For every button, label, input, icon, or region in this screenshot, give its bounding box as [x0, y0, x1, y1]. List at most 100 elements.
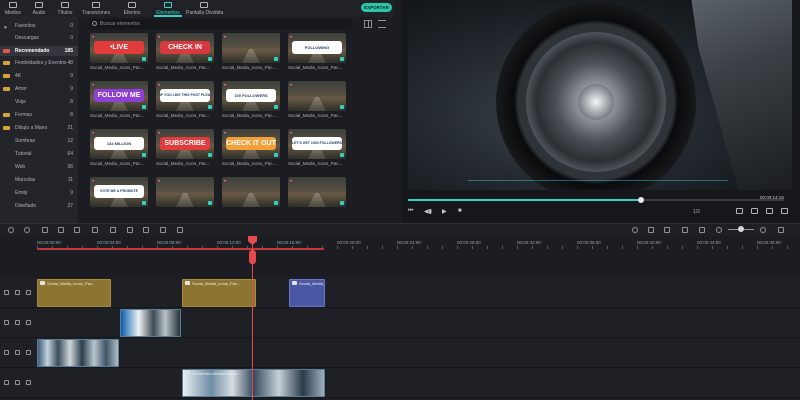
favorite-icon[interactable]: ♥: [158, 178, 160, 183]
element-thumbnail[interactable]: VOTE ME & PROMOTE ♥: [90, 177, 150, 209]
audio-icon[interactable]: [127, 227, 133, 233]
timeline-clip[interactable]: Social_Media_Icons_Pac...: [182, 279, 256, 307]
fullscreen-icon[interactable]: [781, 208, 788, 214]
favorite-icon[interactable]: ♥: [290, 34, 292, 39]
lock-icon[interactable]: [15, 290, 20, 295]
download-icon[interactable]: [208, 201, 212, 205]
crop-icon[interactable]: [74, 227, 80, 233]
element-thumbnail[interactable]: ♥ Social_Media_Icons_Pac...: [288, 81, 348, 118]
tab-titles[interactable]: Títulos: [52, 0, 78, 17]
download-icon[interactable]: [142, 201, 146, 205]
eye-icon[interactable]: [26, 350, 31, 355]
favorite-icon[interactable]: ♥: [224, 178, 226, 183]
sidebar-item[interactable]: Dibujo a Mano 21: [0, 123, 78, 133]
step-back-icon[interactable]: ◀▮: [424, 208, 432, 215]
timeline-clip[interactable]: [120, 309, 181, 337]
element-thumbnail[interactable]: 100 FOLLOWERS ♥ Social_Media_Icons_Pac...: [222, 81, 282, 118]
panel-icon[interactable]: [778, 227, 784, 233]
cut-icon[interactable]: [58, 227, 64, 233]
lock-icon[interactable]: [15, 320, 20, 325]
element-thumbnail[interactable]: FOLLOW ME ♥ Social_Media_Icons_Pac...: [90, 81, 150, 118]
snap-icon[interactable]: [699, 227, 705, 233]
sidebar-item[interactable]: Marcolas 11: [0, 175, 78, 185]
eye-icon[interactable]: [26, 320, 31, 325]
sidebar-item[interactable]: Emoji 9: [0, 188, 78, 198]
sidebar-item[interactable]: Recomendado 185: [0, 46, 78, 56]
element-thumbnail[interactable]: IF YOU LIKE THIS POST PLEASE SUBSCRIBE♥ S…: [156, 81, 216, 118]
sidebar-item[interactable]: Festividades y Eventos 48: [0, 58, 78, 68]
snapshot-icon[interactable]: [751, 208, 758, 214]
sidebar-item[interactable]: Formas 8: [0, 110, 78, 120]
sidebar-item[interactable]: Web 36: [0, 162, 78, 172]
green-screen-icon[interactable]: [160, 227, 166, 233]
element-thumbnail[interactable]: ♥: [222, 177, 282, 209]
favorite-icon[interactable]: ♥: [158, 34, 160, 39]
timeline-clip[interactable]: Social Intro Motion Graph...: [182, 369, 325, 397]
delete-icon[interactable]: [42, 227, 48, 233]
element-thumbnail[interactable]: ♥: [288, 177, 348, 209]
track-type-icon[interactable]: [4, 290, 9, 295]
zoom-knob[interactable]: [738, 226, 744, 232]
favorite-icon[interactable]: ♥: [158, 130, 160, 135]
favorite-icon[interactable]: ♥: [92, 130, 94, 135]
zoom-out-icon[interactable]: [716, 227, 722, 233]
playhead-marker[interactable]: [249, 250, 256, 264]
download-icon[interactable]: [274, 153, 278, 157]
eye-icon[interactable]: [26, 380, 31, 385]
sidebar-item[interactable]: 4K 9: [0, 71, 78, 81]
element-thumbnail[interactable]: LET'S GET 1000 FOLLOWERS ♥ Social_Media_Ic…: [288, 129, 348, 166]
sidebar-item[interactable]: Sombras 12: [0, 136, 78, 146]
favorite-icon[interactable]: ♥: [224, 34, 226, 39]
work-area-bar[interactable]: [37, 248, 324, 250]
fit-icon[interactable]: [143, 227, 149, 233]
voiceover-icon[interactable]: [664, 227, 670, 233]
download-icon[interactable]: [208, 105, 212, 109]
timeline-clip[interactable]: [37, 339, 119, 367]
download-icon[interactable]: [340, 57, 344, 61]
download-icon[interactable]: [274, 57, 278, 61]
element-thumbnail[interactable]: CHECK IN ♥ Social_Media_Icons_Pac...: [156, 33, 216, 70]
color-icon[interactable]: [110, 227, 116, 233]
download-icon[interactable]: [274, 105, 278, 109]
lock-icon[interactable]: [15, 350, 20, 355]
tab-transitions[interactable]: Transiciones: [78, 0, 114, 17]
sidebar-item[interactable]: Viaje 8: [0, 97, 78, 107]
sidebar-item[interactable]: Diseñado 27: [0, 201, 78, 211]
tab-audio[interactable]: Audio: [26, 0, 52, 17]
favorite-icon[interactable]: ♥: [290, 178, 292, 183]
playback-quality-select[interactable]: 1/2: [693, 209, 700, 215]
redo-icon[interactable]: [24, 227, 30, 233]
download-icon[interactable]: [142, 57, 146, 61]
search-box[interactable]: [89, 19, 351, 29]
tab-elements[interactable]: Elementos: [150, 0, 186, 17]
download-icon[interactable]: [340, 153, 344, 157]
element-thumbnail[interactable]: ♥ Social_Media_Icons_Pac...: [222, 33, 282, 70]
track-type-icon[interactable]: [4, 350, 9, 355]
sidebar-item[interactable]: Descargas 0: [0, 33, 78, 43]
download-icon[interactable]: [208, 57, 212, 61]
favorite-icon[interactable]: ♥: [92, 82, 94, 87]
filter-icon[interactable]: [378, 20, 386, 28]
favorite-icon[interactable]: ♥: [224, 82, 226, 87]
prev-frame-icon[interactable]: ⏮: [408, 208, 413, 215]
stop-icon[interactable]: ■: [458, 208, 462, 214]
favorite-icon[interactable]: ♥: [290, 130, 292, 135]
favorite-icon[interactable]: ♥: [290, 82, 292, 87]
favorite-icon[interactable]: ♥: [158, 82, 160, 87]
audio-mixer-icon[interactable]: [682, 227, 688, 233]
marker-icon[interactable]: [648, 227, 654, 233]
volume-icon[interactable]: [766, 208, 773, 214]
timeline-clip[interactable]: Social_Media_I...: [289, 279, 325, 307]
grid-view-icon[interactable]: [364, 20, 372, 28]
download-icon[interactable]: [274, 201, 278, 205]
render-icon[interactable]: [632, 227, 638, 233]
eye-icon[interactable]: [26, 290, 31, 295]
download-icon[interactable]: [142, 105, 146, 109]
element-thumbnail[interactable]: SUBSCRIBE ♥ Social_Media_Icons_Pac...: [156, 129, 216, 166]
download-icon[interactable]: [340, 105, 344, 109]
track-type-icon[interactable]: [4, 320, 9, 325]
favorite-icon[interactable]: ♥: [224, 130, 226, 135]
element-thumbnail[interactable]: CHECK IT OUT ♥ Social_Media_Icons_Pac...: [222, 129, 282, 166]
track-type-icon[interactable]: [4, 380, 9, 385]
sidebar-item[interactable]: ♥ Favoritos 0: [0, 21, 78, 31]
